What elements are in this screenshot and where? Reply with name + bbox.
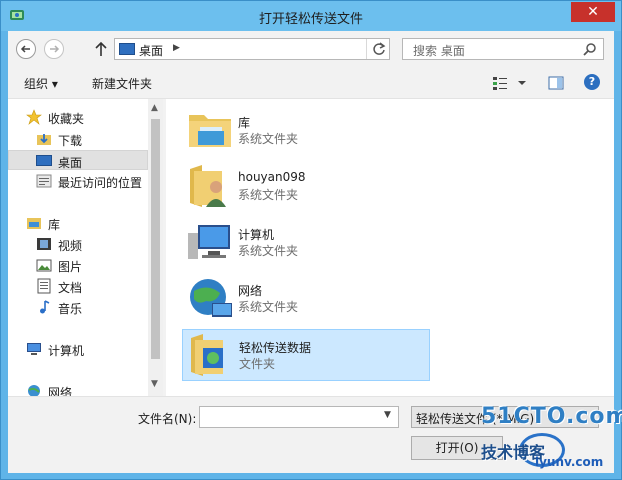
title-bar[interactable]: 打开轻松传送文件 ✕: [1, 1, 621, 31]
recent-places-icon: [36, 174, 52, 188]
sidebar-item-documents[interactable]: 文档: [8, 276, 148, 296]
video-icon: [37, 238, 51, 250]
refresh-icon[interactable]: [371, 41, 387, 57]
music-note-icon: [40, 300, 50, 314]
search-icon: [583, 43, 596, 56]
address-location[interactable]: 桌面: [139, 42, 163, 59]
address-bar[interactable]: 桌面 ▶: [114, 38, 390, 60]
file-type: 系统文件夹: [238, 188, 299, 202]
sidebar-item-libraries[interactable]: 库: [8, 213, 148, 233]
list-item-selected[interactable]: 轻松传送数据 文件夹: [182, 329, 430, 381]
sidebar-item-desktop[interactable]: 桌面: [8, 150, 148, 170]
search-input[interactable]: 搜索 桌面: [402, 38, 604, 60]
back-button[interactable]: [16, 39, 36, 59]
file-type: 文件夹: [239, 357, 276, 371]
address-divider: [366, 39, 367, 59]
list-item[interactable]: houyan098 系统文件夹: [182, 161, 430, 213]
desktop-icon: [36, 155, 52, 166]
star-icon: [26, 109, 42, 125]
network-icon: [190, 279, 232, 317]
computer-icon: [27, 343, 41, 355]
window-title: 打开轻松传送文件: [258, 12, 363, 27]
search-placeholder: 搜索 桌面: [413, 44, 465, 58]
sidebar-item-label: 计算机: [48, 344, 85, 358]
file-name: 计算机: [238, 228, 275, 242]
sidebar-item-recent[interactable]: 最近访问的位置: [8, 171, 148, 191]
forward-button[interactable]: [44, 39, 64, 59]
filename-input[interactable]: [199, 406, 399, 428]
network-icon: [28, 385, 40, 396]
scroll-down-icon[interactable]: ▼: [151, 379, 158, 389]
command-toolbar: 组织 ▾ 新建文件夹 ?: [8, 67, 614, 99]
list-item[interactable]: 网络 系统文件夹: [182, 273, 430, 325]
dialog-client: 桌面 ▶ 搜索 桌面 组织 ▾ 新建文件夹 ? 收藏夹 下载 桌面 最近访问的位…: [8, 31, 614, 473]
sidebar-item-label: 网络: [48, 386, 73, 396]
picture-icon: [36, 259, 52, 272]
view-options-icon[interactable]: [492, 75, 526, 91]
list-item[interactable]: 计算机 系统文件夹: [182, 217, 430, 269]
sidebar-item-label: 视频: [58, 239, 83, 253]
file-list: 库 系统文件夹 houyan098 系统文件夹 计算机 系统文件夹 网络 系统文…: [166, 99, 614, 396]
forward-arrow-icon: [50, 45, 60, 53]
navigation-pane: 收藏夹 下载 桌面 最近访问的位置 库 视频 图片 文档 音乐 计算机 网络: [8, 99, 163, 396]
filename-dropdown-icon[interactable]: ▼: [384, 410, 391, 420]
file-name: 网络: [238, 284, 263, 298]
sidebar-item-videos[interactable]: 视频: [8, 234, 148, 254]
sidebar-item-label: 库: [48, 218, 61, 232]
scrollbar-thumb[interactable]: [151, 119, 160, 359]
back-arrow-icon: [20, 45, 30, 53]
sidebar-item-label: 桌面: [58, 156, 83, 170]
sidebar-item-downloads[interactable]: 下载: [8, 129, 148, 149]
computer-icon: [188, 225, 230, 259]
organize-button[interactable]: 组织 ▾: [24, 75, 58, 92]
list-item[interactable]: 库 系统文件夹: [182, 105, 430, 157]
file-type-filter[interactable]: 轻松传送文件 (*.MIG): [411, 406, 599, 428]
navigation-bar: 桌面 ▶ 搜索 桌面: [8, 31, 614, 67]
sidebar-item-pictures[interactable]: 图片: [8, 255, 148, 275]
sidebar-item-label: 音乐: [58, 302, 83, 316]
folder-icon: [191, 334, 223, 376]
sidebar-item-label: 最近访问的位置: [58, 176, 143, 190]
new-folder-button[interactable]: 新建文件夹: [92, 75, 152, 92]
library-icon: [189, 115, 231, 147]
document-icon: [37, 278, 51, 294]
up-arrow-icon[interactable]: [94, 41, 108, 57]
downloads-folder-icon: [37, 134, 51, 145]
sidebar-item-computer[interactable]: 计算机: [8, 339, 148, 359]
desktop-icon: [119, 43, 135, 55]
file-type-filter-value: 轻松传送文件 (*.MIG): [416, 412, 535, 426]
file-type: 系统文件夹: [238, 244, 299, 258]
navigation-scrollbar[interactable]: ▲ ▼: [148, 99, 163, 396]
file-name: 库: [238, 116, 251, 130]
help-button[interactable]: ?: [584, 74, 600, 90]
open-button[interactable]: 打开(O): [411, 436, 503, 460]
sidebar-item-label: 下载: [58, 134, 83, 148]
sidebar-item-label: 收藏夹: [48, 112, 85, 126]
library-icon: [27, 218, 41, 229]
bottom-bar: 文件名(N): ▼ 轻松传送文件 (*.MIG) 打开(O): [8, 396, 614, 473]
sidebar-item-network[interactable]: 网络: [8, 381, 148, 396]
sidebar-item-music[interactable]: 音乐: [8, 297, 148, 317]
sidebar-item-label: 图片: [58, 260, 83, 274]
sidebar-item-favorites[interactable]: 收藏夹: [8, 107, 148, 127]
preview-pane-icon[interactable]: [548, 75, 564, 91]
scroll-up-icon[interactable]: ▲: [151, 103, 158, 113]
close-button[interactable]: ✕: [571, 2, 615, 22]
file-type: 系统文件夹: [238, 300, 299, 314]
filename-label: 文件名(N):: [138, 412, 197, 426]
user-folder-icon: [190, 165, 226, 207]
chevron-right-icon[interactable]: ▶: [173, 43, 180, 53]
sidebar-item-label: 文档: [58, 281, 83, 295]
file-type: 系统文件夹: [238, 132, 299, 146]
file-name: 轻松传送数据: [239, 341, 312, 355]
open-file-dialog: 打开轻松传送文件 ✕ 桌面 ▶ 搜索 桌面 组织 ▾ 新建文件夹 ? 收藏夹 下…: [0, 0, 622, 480]
file-name: houyan098: [238, 170, 306, 184]
